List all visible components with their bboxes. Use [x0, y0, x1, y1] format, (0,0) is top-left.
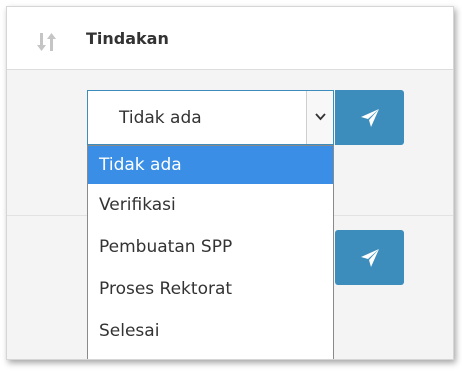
action-select[interactable]: Tidak ada	[87, 90, 334, 145]
dropdown-option[interactable]: Verifikasi	[88, 186, 333, 224]
dropdown-option[interactable]: Selesai	[88, 312, 333, 350]
dropdown-option[interactable]: Proses Rektorat	[88, 270, 333, 308]
paper-plane-icon	[361, 109, 379, 127]
dropdown-option[interactable]: Tidak ada	[88, 146, 333, 184]
send-button[interactable]	[335, 90, 404, 145]
panel-title: Tindakan	[86, 29, 169, 48]
paper-plane-icon	[361, 249, 379, 267]
panel-header: Tindakan	[7, 7, 453, 70]
send-button[interactable]	[335, 230, 404, 285]
select-value: Tidak ada	[119, 108, 202, 128]
action-select-dropdown: Tidak ada Verifikasi Pembuatan SPP Prose…	[87, 145, 334, 359]
chevron-down-icon[interactable]	[306, 91, 333, 144]
action-panel: Tindakan Tidak ada Tidak ada Verifikasi …	[6, 6, 454, 360]
dropdown-option[interactable]: Pembuatan SPP	[88, 228, 333, 266]
sort-arrows-icon[interactable]	[37, 33, 57, 51]
